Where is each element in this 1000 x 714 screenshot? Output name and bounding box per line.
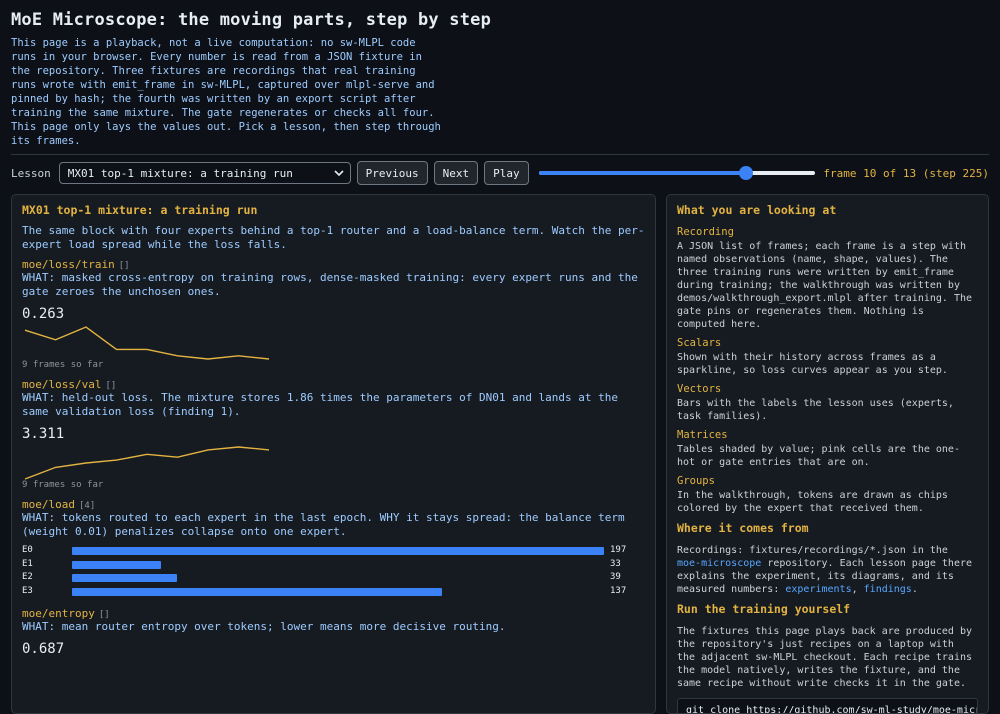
observation-description: WHAT: held-out loss. The mixture stores … (22, 391, 619, 418)
observation-name: moe/entropy (22, 607, 95, 620)
scalar-value: 3.311 (22, 426, 65, 442)
expert-label: E0 (22, 545, 33, 555)
lesson-select[interactable]: MX01 top-1 mixture: a training run (58, 162, 351, 184)
run-heading: Run the training yourself (677, 602, 851, 616)
looking-heading: What you are looking at (677, 203, 837, 217)
frames-note: 9 frames so far (22, 360, 104, 370)
expert-label: E2 (22, 572, 33, 582)
clone-command[interactable]: git clone https://github.com/sw-ml-study… (677, 698, 978, 713)
section-title: Scalars (677, 337, 722, 349)
observation-description: WHAT: masked cross-entropy on training r… (22, 271, 638, 298)
observation-shape: [4] (78, 501, 96, 511)
divider (11, 154, 989, 155)
expert-label: E3 (22, 585, 33, 596)
frame-slider[interactable] (538, 166, 816, 180)
previous-button[interactable]: Previous (356, 161, 428, 185)
expert-bar-row: E3 137 (22, 586, 645, 600)
lesson-label: Lesson (11, 166, 51, 180)
section-title: Vectors (677, 383, 722, 395)
section-text: A JSON list of frames; each frame is a s… (677, 241, 973, 330)
expert-bar-row: E2 39 (22, 572, 645, 586)
info-section-matrices: Matrices Tables shaded by value; pink ce… (677, 429, 978, 469)
slider-fill (538, 171, 747, 175)
observation-shape: [] (98, 610, 110, 620)
observation-name: moe/load (22, 498, 75, 511)
run-text: The fixtures this page plays back are pr… (677, 626, 973, 689)
experiments-link[interactable]: experiments (785, 584, 851, 595)
info-section-groups: Groups In the walkthrough, tokens are dr… (677, 475, 978, 515)
expert-load-value: 39 (610, 572, 621, 582)
info-section-scalars: Scalars Shown with their history across … (677, 337, 978, 377)
expert-load-value: 197 (610, 545, 627, 555)
scalar-value: 0.263 (22, 306, 65, 322)
intro-text: This page is a playback, not a live comp… (11, 37, 441, 147)
frames-note: 9 frames so far (22, 480, 104, 490)
next-button[interactable]: Next (433, 161, 479, 185)
observation-entropy: moe/entropy[] WHAT: mean router entropy … (22, 607, 645, 657)
section-title: Groups (677, 475, 715, 487)
expert-label: E1 (22, 558, 33, 569)
slider-thumb[interactable] (739, 166, 754, 180)
info-section-recording: Recording A JSON list of frames; each fr… (677, 226, 978, 331)
observation-name: moe/loss/val (22, 378, 102, 391)
section-text: In the walkthrough, tokens are drawn as … (677, 490, 948, 514)
expert-load-bar (72, 574, 178, 582)
val-loss-sparkline (24, 446, 270, 480)
comes-text-end: . (911, 584, 918, 595)
section-title: Recording (677, 226, 734, 238)
expert-bar-row: E0 197 (22, 545, 645, 559)
observation-description: WHAT: mean router entropy over tokens; l… (22, 620, 506, 633)
val-loss-line (24, 446, 270, 480)
expert-load-value: 33 (610, 558, 621, 569)
train-loss-sparkline (24, 326, 270, 360)
comes-from-heading: Where it comes from (677, 521, 809, 535)
section-text: Shown with their history across frames a… (677, 352, 948, 376)
observation-shape: [] (118, 261, 130, 271)
observation-train-loss: moe/loss/train[] WHAT: masked cross-entr… (22, 258, 645, 370)
expert-load-bar (72, 547, 604, 555)
expert-load-bar (72, 587, 442, 596)
observation-name: moe/loss/train (22, 258, 115, 271)
scalar-value: 0.687 (22, 641, 65, 657)
observation-description: WHAT: tokens routed to each expert in th… (22, 511, 625, 538)
lesson-select-value: MX01 top-1 mixture: a training run (67, 166, 293, 180)
play-button[interactable]: Play (484, 161, 529, 185)
info-sidebar: What you are looking at Recording A JSON… (666, 194, 989, 714)
lesson-title: MX01 top-1 mixture: a training run (22, 203, 258, 217)
observation-load: moe/load [4] WHAT: tokens routed to each … (22, 498, 645, 599)
observation-shape: [] (105, 381, 117, 391)
info-section-vectors: Vectors Bars with the labels the lesson … (677, 383, 978, 423)
expert-load-bar (72, 560, 162, 569)
section-title: Matrices (677, 429, 728, 441)
expert-bar-row: E1 33 (22, 559, 645, 573)
train-loss-line (24, 326, 270, 360)
findings-link[interactable]: findings (864, 584, 912, 595)
lesson-description: The same block with four experts behind … (22, 224, 645, 251)
playback-controls: Lesson MX01 top-1 mixture: a training ru… (11, 161, 989, 185)
repo-link[interactable]: moe-microscope (677, 558, 761, 569)
expert-load-value: 137 (610, 585, 627, 596)
comes-text-sep: , (851, 584, 864, 595)
section-text: Bars with the labels the lesson uses (ex… (677, 398, 954, 422)
observation-val-loss: moe/loss/val[] WHAT: held-out loss. The … (22, 378, 645, 490)
chevron-down-icon (334, 169, 344, 176)
expert-load-bars: E0 197 E1 33 E2 39 E3 137 (22, 545, 645, 599)
section-text: Tables shaded by value; pink cells are t… (677, 444, 960, 468)
comes-text-part: Recordings: fixtures/recordings/*.json i… (677, 545, 948, 556)
lesson-panel: MX01 top-1 mixture: a training run The s… (11, 194, 656, 714)
comes-from-text: Recordings: fixtures/recordings/*.json i… (677, 544, 978, 596)
page-title: MoE Microscope: the moving parts, step b… (11, 10, 492, 30)
page: MoE Microscope: the moving parts, step b… (0, 0, 1000, 714)
frame-counter: frame 10 of 13 (step 225) (823, 166, 989, 180)
